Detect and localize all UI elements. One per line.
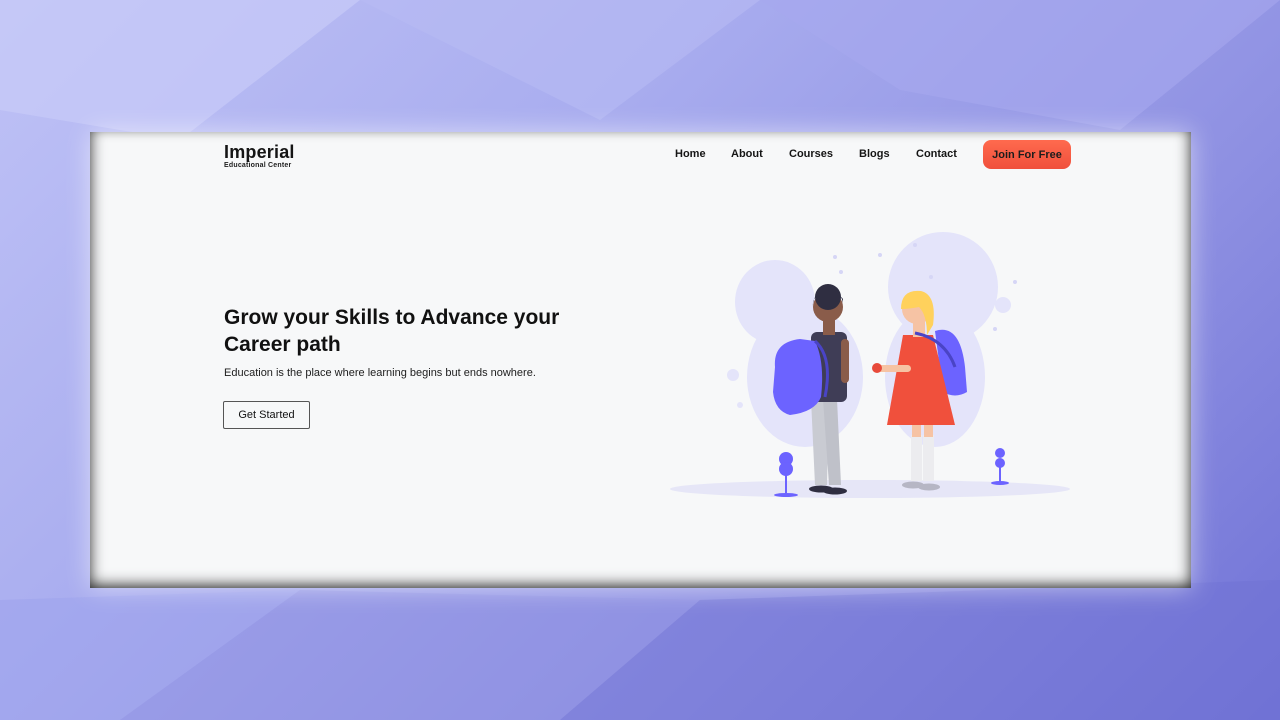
hero-subtitle: Education is the place where learning be… [224,367,536,379]
students-with-backpacks-illustration [670,232,1070,498]
nav-item-courses[interactable]: Courses [789,148,833,160]
get-started-button[interactable]: Get Started [223,401,310,429]
ground-shadow [670,480,1070,498]
brand-tagline: Educational Center [224,162,292,169]
background-blobs [727,232,1017,447]
nav-item-blogs[interactable]: Blogs [859,148,890,160]
nav-item-home[interactable]: Home [675,148,706,160]
nav-item-contact[interactable]: Contact [916,148,957,160]
brand-name: Imperial [224,142,295,162]
landing-page-window: Imperial Educational Center Home About C… [90,132,1191,588]
join-for-free-button[interactable]: Join For Free [983,140,1071,169]
nav-item-about[interactable]: About [731,148,763,160]
brand-logo[interactable]: Imperial Educational Center [224,142,295,170]
hero-title: Grow your Skills to Advance your Career … [224,306,560,356]
plant-right [991,448,1009,485]
